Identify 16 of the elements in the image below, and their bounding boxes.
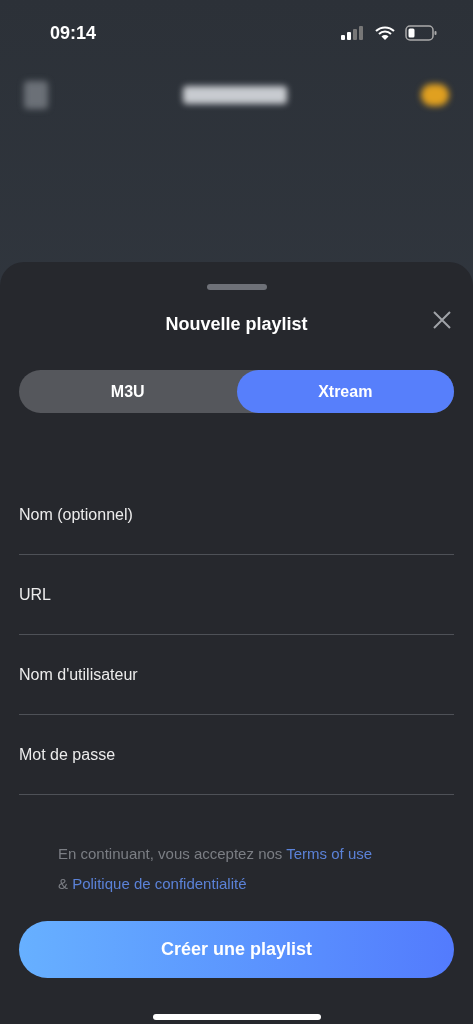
input-field[interactable]: Nom d'utilisateur — [19, 635, 454, 715]
terms-link[interactable]: Terms of use — [286, 845, 373, 862]
privacy-link[interactable]: Politique de confidentialité — [72, 875, 247, 892]
input-field[interactable]: URL — [19, 555, 454, 635]
sheet-title: Nouvelle playlist — [165, 312, 308, 336]
drag-handle[interactable] — [206, 284, 267, 290]
segment-tab[interactable]: M3U — [19, 370, 237, 413]
signal-icon — [341, 26, 365, 40]
status-time: 09:14 — [50, 21, 97, 45]
input-field[interactable]: Mot de passe — [19, 715, 454, 795]
segment-tab[interactable]: Xtream — [236, 370, 454, 413]
create-playlist-button[interactable]: Créer une playlist — [19, 921, 454, 978]
wifi-icon — [375, 26, 395, 40]
input-field[interactable]: Nom (optionnel) — [19, 475, 454, 555]
battery-icon — [405, 25, 437, 41]
legal-notice: En continuant, vous acceptez nos Terms of use & Politique de confidentialité — [57, 844, 374, 894]
